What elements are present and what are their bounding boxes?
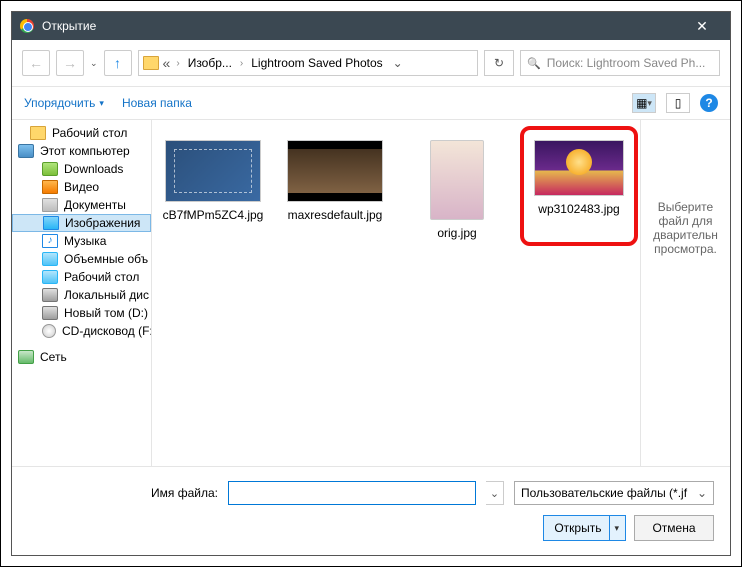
images-icon — [43, 216, 59, 230]
file-label: cB7fMPm5ZC4.jpg — [163, 208, 264, 222]
file-thumbnail — [287, 140, 383, 202]
new-folder-button[interactable]: Новая папка — [122, 96, 192, 110]
chevrons-icon — [161, 55, 173, 71]
nav-forward-button[interactable] — [56, 50, 84, 76]
content-area: cB7fMPm5ZC4.jpg maxresdefault.jpg orig.j… — [152, 120, 730, 466]
toolbar: Упорядочить Новая папка ▦ ▾ ▯ ? — [12, 87, 730, 120]
file-item[interactable]: orig.jpg — [406, 140, 508, 240]
close-button[interactable]: ✕ — [682, 18, 722, 35]
organize-menu[interactable]: Упорядочить — [24, 96, 104, 110]
cd-icon — [42, 324, 56, 338]
file-thumbnail — [534, 140, 624, 196]
open-dropdown[interactable] — [609, 516, 623, 540]
tree-item-3dobjects[interactable]: Объемные объ — [12, 250, 151, 268]
file-list[interactable]: cB7fMPm5ZC4.jpg maxresdefault.jpg orig.j… — [152, 120, 640, 466]
cancel-button[interactable]: Отмена — [634, 515, 714, 541]
tree-item-documents[interactable]: Документы — [12, 196, 151, 214]
tree-item-thispc[interactable]: Этот компьютер — [12, 142, 151, 160]
music-icon: ♪ — [42, 234, 58, 248]
chrome-icon — [20, 19, 34, 33]
preview-pane-button[interactable]: ▯ — [666, 93, 690, 113]
tree-item-music[interactable]: ♪Музыка — [12, 232, 151, 250]
refresh-button[interactable] — [484, 50, 514, 76]
help-button[interactable]: ? — [700, 94, 718, 112]
tree-item-desktop2[interactable]: Рабочий стол — [12, 268, 151, 286]
file-label: wp3102483.jpg — [538, 202, 619, 216]
search-input[interactable]: Поиск: Lightroom Saved Ph... — [520, 50, 720, 76]
open-button[interactable]: Открыть — [543, 515, 626, 541]
file-label: maxresdefault.jpg — [288, 208, 383, 222]
breadcrumb-item[interactable]: Lightroom Saved Photos — [247, 56, 386, 70]
documents-icon — [42, 198, 58, 212]
open-file-dialog: Открытие ✕ ⌄ › Изобр... › Lightroom Save… — [11, 11, 731, 556]
breadcrumb-item[interactable]: Изобр... — [184, 56, 236, 70]
file-item[interactable]: cB7fMPm5ZC4.jpg — [162, 140, 264, 222]
breadcrumb-dropdown[interactable]: ⌄ — [389, 56, 407, 70]
navigation-tree[interactable]: Рабочий стол Этот компьютер Downloads Ви… — [12, 120, 152, 466]
titlebar: Открытие ✕ — [12, 12, 730, 40]
downloads-icon — [42, 162, 58, 176]
file-item[interactable]: maxresdefault.jpg — [284, 140, 386, 222]
tree-item-newvolume[interactable]: Новый том (D:) — [12, 304, 151, 322]
folder-icon — [143, 56, 159, 70]
tree-item-cddrive[interactable]: CD-дисковод (F: — [12, 322, 151, 340]
preview-message: Выберите файл для дварительн просмотра. — [653, 200, 718, 256]
video-icon — [42, 180, 58, 194]
tree-item-network[interactable]: Сеть — [12, 348, 151, 366]
nav-history-dropdown[interactable]: ⌄ — [90, 58, 98, 69]
breadcrumb[interactable]: › Изобр... › Lightroom Saved Photos ⌄ — [138, 50, 478, 76]
dialog-title: Открытие — [42, 19, 682, 33]
filename-label: Имя файла: — [28, 486, 218, 500]
body: Рабочий стол Этот компьютер Downloads Ви… — [12, 120, 730, 466]
file-item[interactable]: wp3102483.jpg — [528, 140, 630, 216]
file-thumbnail — [430, 140, 484, 220]
tree-item-video[interactable]: Видео — [12, 178, 151, 196]
chevron-right-icon: › — [238, 58, 245, 69]
preview-pane: Выберите файл для дварительн просмотра. — [640, 120, 730, 466]
view-mode-button[interactable]: ▦ ▾ — [632, 93, 656, 113]
disk-icon — [42, 306, 58, 320]
bottom-bar: Имя файла: Пользовательские файлы (*.jf … — [12, 466, 730, 555]
disk-icon — [42, 288, 58, 302]
folder-icon — [30, 126, 46, 140]
navigation-bar: ⌄ › Изобр... › Lightroom Saved Photos ⌄ … — [12, 40, 730, 87]
filename-dropdown[interactable] — [486, 481, 504, 505]
nav-up-button[interactable] — [104, 50, 132, 76]
desktop-icon — [42, 270, 58, 284]
tree-item-localdisk[interactable]: Локальный дис — [12, 286, 151, 304]
nav-back-button[interactable] — [22, 50, 50, 76]
arrow-right-icon — [63, 55, 77, 71]
filetype-select[interactable]: Пользовательские файлы (*.jf — [514, 481, 714, 505]
filename-input[interactable] — [228, 481, 476, 505]
network-icon — [18, 350, 34, 364]
tree-item-downloads[interactable]: Downloads — [12, 160, 151, 178]
tree-item-desktop[interactable]: Рабочий стол — [12, 124, 151, 142]
3d-icon — [42, 252, 58, 266]
pc-icon — [18, 144, 34, 158]
tree-item-images[interactable]: Изображения — [12, 214, 151, 232]
chevron-right-icon: › — [174, 58, 181, 69]
file-thumbnail — [165, 140, 261, 202]
file-label: orig.jpg — [437, 226, 476, 240]
arrow-left-icon — [29, 55, 43, 71]
